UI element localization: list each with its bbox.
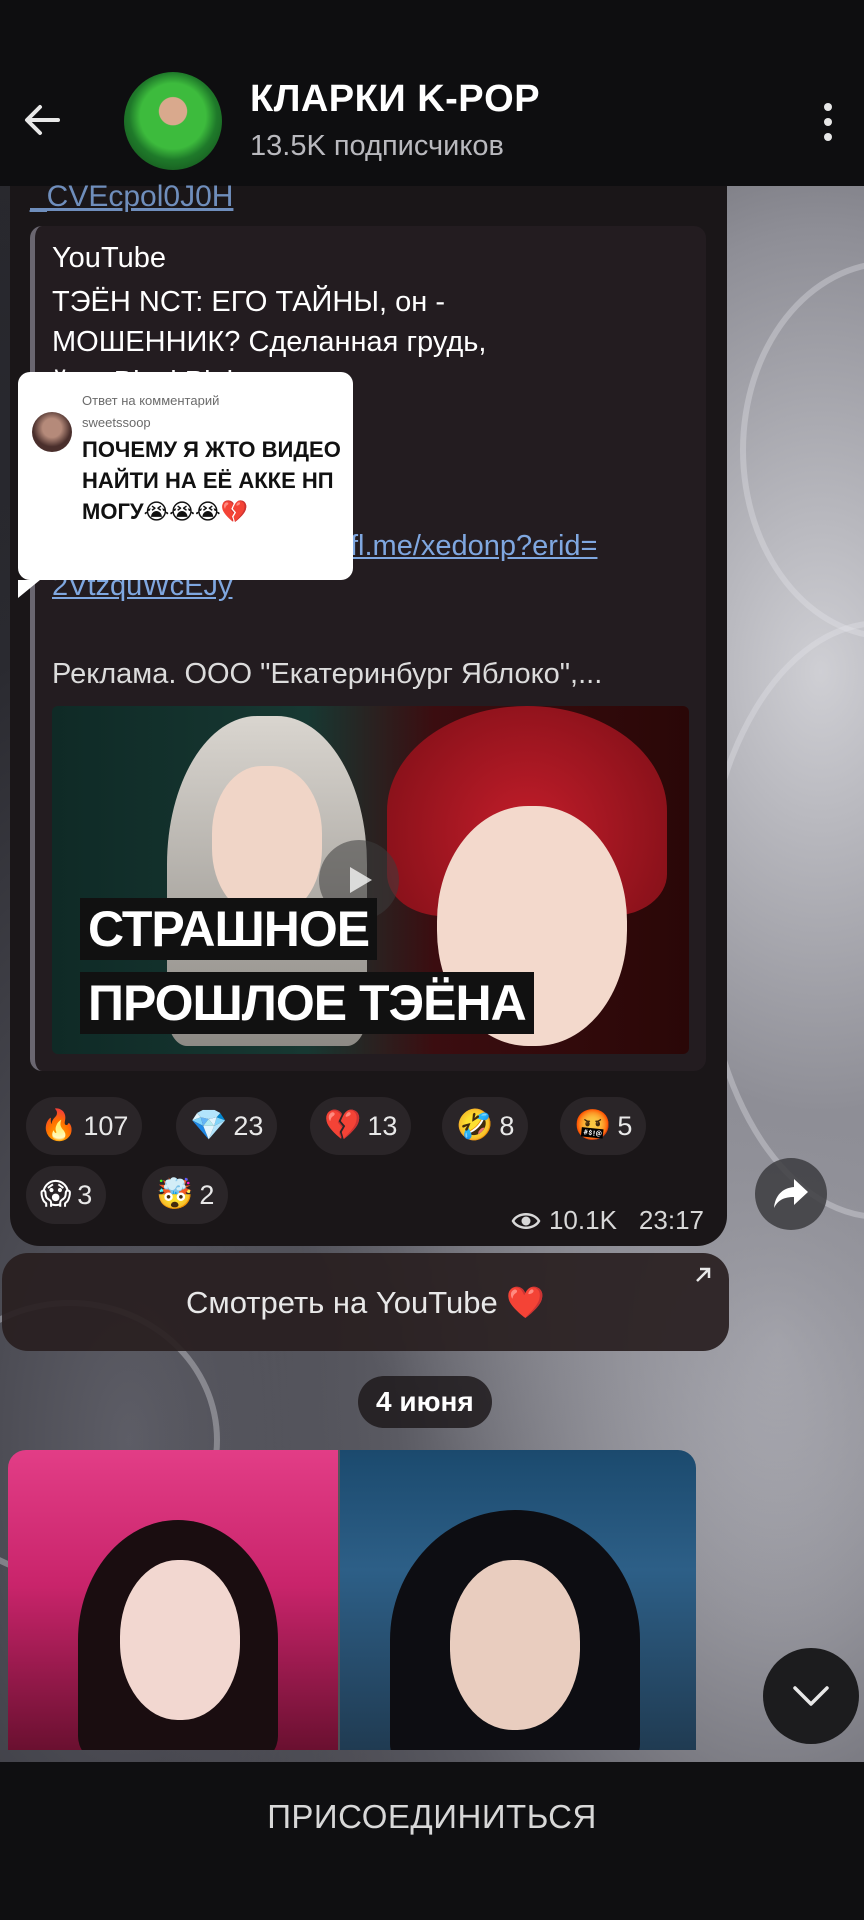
scroll-to-bottom-button[interactable] <box>763 1648 859 1744</box>
reaction-cursing[interactable]: 🤬 5 <box>560 1097 647 1155</box>
rofl-icon: 🤣 <box>456 1109 494 1142</box>
reaction-scream[interactable]: 😱 3 <box>26 1166 107 1224</box>
back-button[interactable] <box>14 92 70 148</box>
reaction-count: 5 <box>617 1110 633 1141</box>
cursing-face-icon: 🤬 <box>574 1109 612 1142</box>
watch-on-youtube-button[interactable]: Смотреть на YouTube ❤️ <box>2 1253 729 1351</box>
mind-blown-icon: 🤯 <box>156 1178 194 1211</box>
media-photo-right[interactable] <box>340 1450 696 1750</box>
preview-link-partial[interactable]: fl.me/xedonp?erid= <box>350 530 597 562</box>
message-time: 23:17 <box>638 1205 704 1235</box>
chat-header: КЛАРКИ K-POP 13.5K подписчиков <box>0 0 864 186</box>
bottom-bar: ПРИСОЕДИНИТЬСЯ <box>0 1762 864 1920</box>
broken-heart-icon: 💔 <box>324 1109 362 1142</box>
reaction-count: 8 <box>499 1110 515 1141</box>
commenter-avatar <box>32 412 72 452</box>
reaction-count: 13 <box>367 1110 398 1141</box>
message-meta: 10.1K 23:17 <box>511 1205 704 1236</box>
reaction-count: 2 <box>199 1179 215 1210</box>
reply-header: Ответ на комментарий sweetssoop <box>82 390 219 434</box>
reply-label: Ответ на комментарий <box>82 393 220 408</box>
reaction-broken-heart[interactable]: 💔 13 <box>310 1097 412 1155</box>
reaction-fire[interactable]: 🔥 107 <box>26 1097 143 1155</box>
reaction-count: 23 <box>233 1110 264 1141</box>
ad-disclaimer: Реклама. ООО "Екатеринбург Яблоко",... <box>52 658 603 690</box>
more-options-button[interactable] <box>810 95 846 149</box>
date-separator: 4 июня <box>358 1376 492 1428</box>
more-vertical-icon <box>824 103 832 111</box>
thumbnail-caption-2: ПРОШЛОЕ ТЭЁНА <box>80 972 534 1034</box>
reply-username: sweetssoop <box>82 415 151 430</box>
fire-icon: 🔥 <box>40 1109 78 1142</box>
watch-on-youtube-label: Смотреть на YouTube ❤️ <box>186 1284 545 1320</box>
reaction-count: 3 <box>77 1179 93 1210</box>
subscriber-count: 13.5K подписчиков <box>250 130 504 162</box>
reaction-count: 107 <box>83 1110 129 1141</box>
video-thumbnail[interactable]: СТРАШНОЕ ПРОШЛОЕ ТЭЁНА <box>52 706 689 1054</box>
preview-source: YouTube <box>52 242 166 274</box>
reaction-gem[interactable]: 💎 23 <box>176 1097 278 1155</box>
media-photo-left[interactable] <box>8 1450 338 1750</box>
gem-icon: 💎 <box>190 1109 228 1142</box>
view-count: 10.1K <box>548 1205 617 1235</box>
reaction-mind-blown[interactable]: 🤯 2 <box>142 1166 229 1224</box>
chevron-down-icon <box>793 1686 829 1706</box>
external-link-icon <box>696 1267 711 1282</box>
join-button[interactable]: ПРИСОЕДИНИТЬСЯ <box>267 1798 597 1836</box>
reaction-rofl[interactable]: 🤣 8 <box>442 1097 529 1155</box>
message-link[interactable]: _CVEcpol0J0H <box>30 180 233 214</box>
eye-icon <box>511 1212 541 1229</box>
channel-avatar[interactable] <box>124 72 222 170</box>
scream-face-icon: 😱 <box>40 1178 72 1211</box>
play-icon <box>350 867 372 893</box>
channel-title[interactable]: КЛАРКИ K-POP <box>250 78 540 121</box>
reply-text: ПОЧЕМУ Я ЖТО ВИДЕО НАЙТИ НА ЕЁ АККЕ НП М… <box>82 437 341 524</box>
share-button[interactable] <box>755 1158 827 1230</box>
share-arrow-icon <box>774 1179 808 1208</box>
comment-reply-card: Ответ на комментарий sweetssoop ПОЧЕМУ Я… <box>18 372 353 598</box>
arrow-left-icon <box>25 105 60 135</box>
preview-link[interactable]: fl.me/xedonp?erid= <box>350 530 597 563</box>
thumbnail-caption-1: СТРАШНОЕ <box>80 898 378 960</box>
